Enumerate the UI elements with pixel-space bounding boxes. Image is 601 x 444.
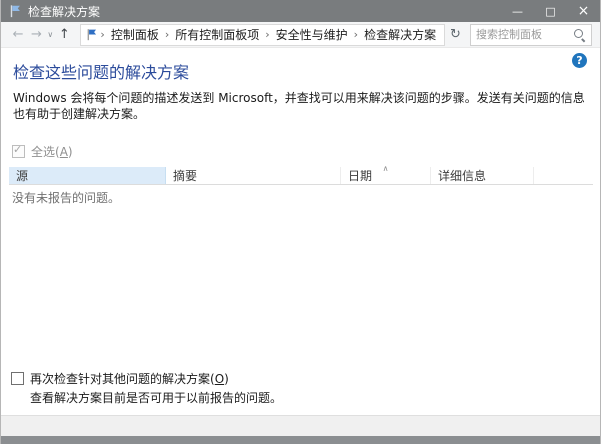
column-header-details[interactable]: 详细信息 — [431, 167, 534, 184]
column-header-date-label: 日期 — [348, 167, 372, 184]
column-header-filler — [534, 167, 593, 184]
breadcrumb-item-security-maintenance[interactable]: 安全性与维护 — [272, 26, 352, 43]
breadcrumb-item-check-solutions[interactable]: 检查解决方案 — [360, 26, 440, 43]
page-title: 检查这些问题的解决方案 — [13, 62, 588, 83]
navigation-bar: ← → ∨ ↑ › 控制面板 › 所有控制面板项 › 安全性与维护 › 检查解决… — [1, 22, 600, 48]
recheck-mnemonic: O — [215, 372, 224, 386]
help-icon[interactable]: ? — [572, 53, 587, 68]
forward-icon[interactable]: → — [27, 27, 45, 42]
select-all-mnemonic: A — [60, 145, 68, 159]
select-all-label-post: ) — [68, 145, 73, 159]
select-all-checkbox[interactable]: ✓ — [12, 145, 25, 158]
page-description: Windows 会将每个问题的描述发送到 Microsoft，并查找可以用来解决… — [13, 90, 588, 122]
refresh-icon[interactable]: ↻ — [445, 27, 466, 42]
main-content: ? 检查这些问题的解决方案 Windows 会将每个问题的描述发送到 Micro… — [1, 48, 600, 415]
recheck-description: 查看解决方案目前是否可用于以前报告的问题。 — [30, 391, 600, 406]
breadcrumb-separator[interactable]: › — [352, 28, 360, 41]
column-header-source[interactable]: 源 — [9, 167, 166, 184]
column-header-date[interactable]: 日期 ∧ — [341, 167, 431, 184]
select-all-label: 全选(A) — [31, 143, 73, 160]
list-header: 源 摘要 日期 ∧ 详细信息 — [9, 167, 593, 185]
recheck-row: 再次检查针对其他问题的解决方案(O) — [11, 370, 600, 387]
window-footer — [1, 415, 600, 436]
up-icon[interactable]: ↑ — [55, 27, 73, 42]
select-all-row: ✓ 全选(A) — [12, 143, 600, 160]
back-icon[interactable]: ← — [9, 27, 27, 42]
recheck-label-post: ) — [224, 372, 229, 386]
breadcrumb-item-control-panel[interactable]: 控制面板 — [107, 26, 163, 43]
breadcrumb-separator[interactable]: › — [98, 28, 106, 41]
checkmark-icon: ✓ — [13, 143, 22, 156]
recheck-section: 再次检查针对其他问题的解决方案(O) 查看解决方案目前是否可用于以前报告的问题。 — [1, 370, 600, 415]
select-all-label-pre: 全选( — [31, 145, 60, 159]
search-icon[interactable] — [573, 28, 586, 41]
minimize-button[interactable]: — — [501, 0, 534, 22]
history-dropdown-icon[interactable]: ∨ — [46, 30, 56, 39]
breadcrumb-separator[interactable]: › — [163, 28, 171, 41]
sort-ascending-icon: ∧ — [383, 165, 389, 173]
problems-list: 源 摘要 日期 ∧ 详细信息 没有未报告的问题。 — [9, 167, 593, 206]
recheck-label-pre: 再次检查针对其他问题的解决方案( — [30, 372, 215, 386]
recheck-label[interactable]: 再次检查针对其他问题的解决方案(O) — [30, 370, 229, 387]
empty-list-message: 没有未报告的问题。 — [9, 185, 593, 206]
window-title: 检查解决方案 — [28, 3, 501, 20]
breadcrumb[interactable]: › 控制面板 › 所有控制面板项 › 安全性与维护 › 检查解决方案 ∨ — [80, 24, 444, 46]
breadcrumb-item-all-items[interactable]: 所有控制面板项 — [171, 26, 263, 43]
security-maintenance-window: 检查解决方案 — □ × ← → ∨ ↑ › 控制面板 › 所有控制面板项 › … — [0, 0, 601, 444]
search-input[interactable] — [476, 28, 573, 41]
maximize-button[interactable]: □ — [534, 0, 567, 22]
column-header-summary[interactable]: 摘要 — [166, 167, 341, 184]
app-flag-icon — [8, 4, 22, 18]
window-bottom-edge — [1, 436, 600, 444]
search-box[interactable] — [470, 24, 592, 46]
titlebar[interactable]: 检查解决方案 — □ × — [1, 0, 600, 22]
close-button[interactable]: × — [567, 0, 600, 22]
breadcrumb-flag-icon — [85, 28, 98, 41]
recheck-checkbox[interactable] — [11, 372, 24, 385]
breadcrumb-separator[interactable]: › — [263, 28, 271, 41]
